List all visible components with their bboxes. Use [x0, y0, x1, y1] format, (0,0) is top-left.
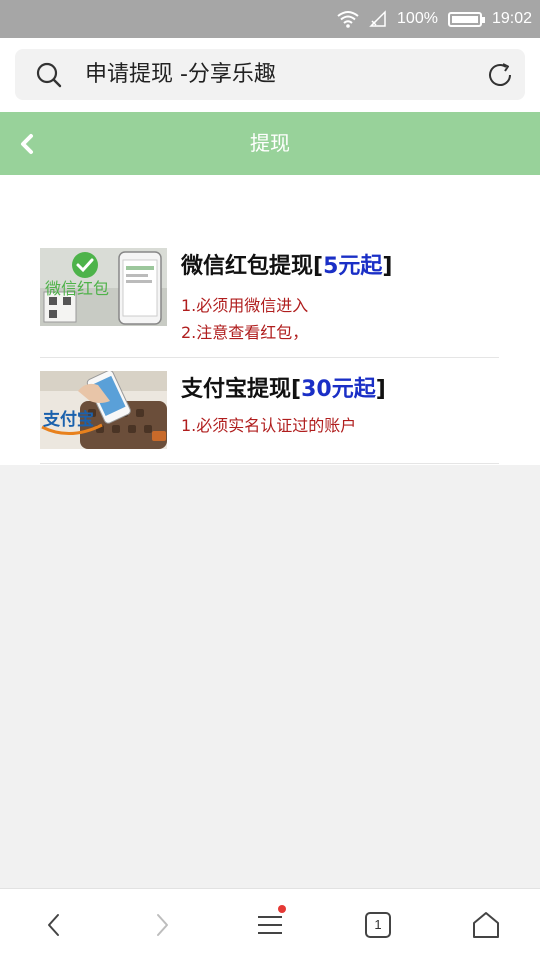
alipay-thumbnail[interactable]: 支付宝 [40, 371, 167, 449]
signal-icon [369, 10, 386, 27]
alipay-title-text: 支付宝提现 [181, 377, 292, 402]
search-icon[interactable] [35, 61, 63, 89]
wifi-icon [337, 11, 359, 28]
home-icon [473, 912, 499, 938]
alipay-min-amount: 30元起 [301, 377, 376, 402]
nav-home-button[interactable] [456, 889, 516, 960]
nav-forward-button[interactable] [132, 889, 192, 960]
menu-icon [258, 916, 282, 934]
wechat-min-amount: 5元起 [323, 254, 383, 279]
alipay-bracket-close: ] [375, 377, 386, 402]
page-title-text[interactable]: 申请提现 -分享乐趣 [85, 49, 276, 100]
nav-tabs-button[interactable]: 1 [348, 889, 408, 960]
withdraw-list: 微信红包 微信红包提现[5元起] 1.必须用微信进入 2.注意查看红包， 支付宝… [0, 175, 540, 465]
page-header: 提现 [0, 112, 540, 175]
alipay-thumb-label: 支付宝 [43, 409, 94, 430]
wechat-note-1: 1.必须用微信进入 [181, 296, 309, 315]
wechat-bracket-close: ] [382, 254, 393, 279]
status-icons: 100% 19:02 [337, 0, 532, 38]
wechat-note-2: 2.注意查看红包， [181, 323, 309, 342]
battery-icon [447, 11, 485, 27]
alipay-note-1: 1.必须实名认证过的账户 [181, 416, 357, 435]
withdraw-option-wechat[interactable]: 微信红包 微信红包提现[5元起] 1.必须用微信进入 2.注意查看红包， [40, 248, 499, 358]
clock-time: 19:02 [491, 10, 532, 27]
wechat-option-title[interactable]: 微信红包提现[5元起] [181, 248, 392, 280]
reload-icon[interactable] [485, 60, 515, 90]
wechat-title-text: 微信红包提现 [181, 254, 314, 279]
forward-icon [157, 914, 168, 936]
battery-percent: 100% [397, 10, 438, 27]
nav-menu-button[interactable] [240, 889, 300, 960]
page-title: 提现 [250, 131, 290, 155]
alipay-option-title[interactable]: 支付宝提现[30元起] [181, 371, 386, 403]
status-bar: 100% 19:02 [0, 0, 540, 38]
address-bar[interactable]: 申请提现 -分享乐趣 [15, 49, 525, 100]
alipay-bracket-open: [ [291, 377, 302, 402]
browser-toolbar: 申请提现 -分享乐趣 [0, 38, 540, 112]
back-icon [48, 914, 59, 936]
nav-back-button[interactable] [24, 889, 84, 960]
notification-dot [278, 905, 286, 913]
wechat-bracket-open: [ [313, 254, 324, 279]
tabs-icon: 1 [365, 912, 391, 938]
withdraw-option-alipay[interactable]: 支付宝 支付宝提现[30元起] 1.必须实名认证过的账户 [40, 371, 499, 464]
wechat-thumb-label: 微信红包 [45, 279, 109, 298]
wechat-thumbnail[interactable]: 微信红包 [40, 248, 167, 326]
browser-bottom-nav: 1 [0, 888, 540, 960]
